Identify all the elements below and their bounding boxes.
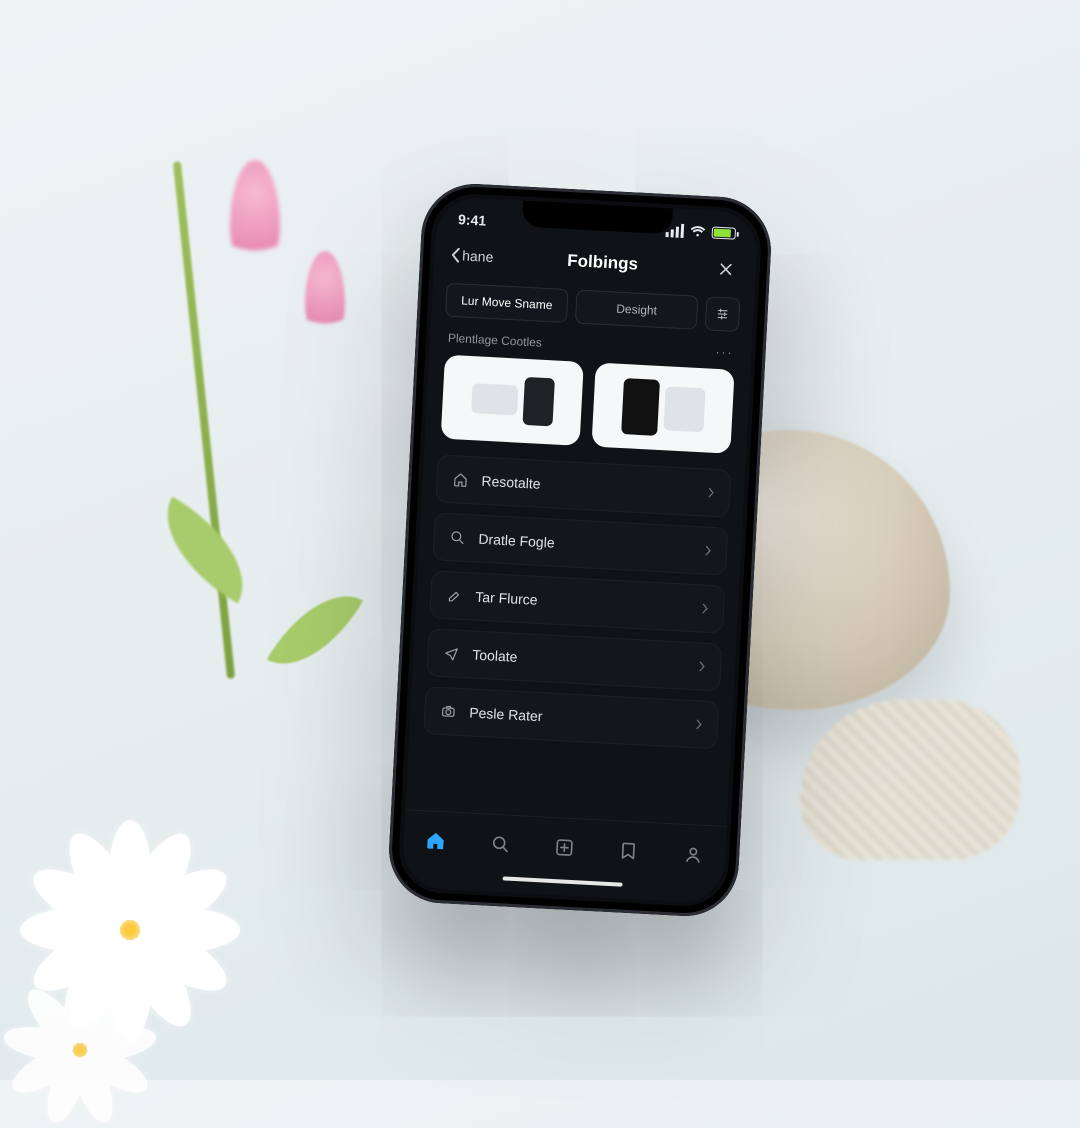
nav-bookmark-button[interactable] bbox=[608, 829, 650, 871]
camera-icon bbox=[439, 703, 458, 720]
chevron-right-icon bbox=[701, 602, 710, 614]
thumbnail bbox=[522, 377, 554, 427]
status-time: 9:41 bbox=[458, 211, 487, 228]
list-item[interactable]: Dratle Fogle bbox=[432, 512, 728, 575]
menu-list: Resotalte Dratle Fogle Tar Flurce bbox=[405, 454, 745, 826]
card-item[interactable] bbox=[591, 363, 734, 454]
close-icon bbox=[717, 261, 734, 278]
home-icon bbox=[424, 829, 447, 852]
list-item-label: Tar Flurce bbox=[475, 589, 690, 616]
chevron-left-icon bbox=[450, 247, 461, 264]
back-button[interactable]: hane bbox=[450, 247, 494, 265]
thumbnail bbox=[471, 383, 519, 415]
screen: 9:41 hane Folbings Lur Move Sname bbox=[401, 196, 759, 904]
list-item-label: Dratle Fogle bbox=[478, 531, 693, 558]
bookmark-icon bbox=[618, 840, 639, 861]
card-row bbox=[424, 354, 751, 471]
decor-flower bbox=[305, 251, 345, 339]
nav-home-button[interactable] bbox=[415, 819, 457, 861]
list-item-label: Toolate bbox=[472, 647, 687, 674]
send-icon bbox=[442, 645, 461, 662]
tab-label: Desight bbox=[616, 302, 657, 318]
card-item[interactable] bbox=[441, 355, 584, 446]
thumbnail bbox=[621, 378, 660, 436]
plus-square-icon bbox=[554, 837, 575, 858]
section-label: Plentlage Cootles bbox=[448, 331, 543, 350]
decor-leaf bbox=[267, 574, 363, 687]
wifi-icon bbox=[690, 225, 707, 238]
tab-secondary[interactable]: Desight bbox=[575, 289, 699, 329]
list-item[interactable]: Pesle Rater bbox=[423, 686, 719, 749]
list-item[interactable]: Tar Flurce bbox=[429, 570, 725, 633]
tab-label: Lur Move Sname bbox=[461, 293, 553, 312]
list-item-label: Pesle Rater bbox=[469, 704, 684, 731]
decor-knit bbox=[800, 700, 1020, 860]
tab-settings-button[interactable] bbox=[705, 296, 741, 332]
decor-leaf bbox=[142, 497, 267, 604]
edit-icon bbox=[445, 587, 464, 604]
phone-frame: 9:41 hane Folbings Lur Move Sname bbox=[386, 181, 773, 918]
list-item[interactable]: Toolate bbox=[426, 628, 722, 691]
back-label: hane bbox=[462, 247, 494, 265]
sliders-icon bbox=[715, 307, 730, 322]
decor-stem bbox=[173, 161, 235, 679]
decor-daisy bbox=[52, 1022, 108, 1078]
search-icon bbox=[448, 529, 467, 546]
tab-primary[interactable]: Lur Move Sname bbox=[445, 283, 569, 323]
nav-search-button[interactable] bbox=[479, 823, 521, 865]
close-button[interactable] bbox=[711, 255, 740, 284]
search-icon bbox=[490, 833, 511, 854]
page-title: Folbings bbox=[567, 251, 639, 275]
chevron-right-icon bbox=[695, 718, 704, 730]
section-more-button[interactable]: ··· bbox=[715, 345, 734, 360]
nav-add-button[interactable] bbox=[543, 826, 585, 868]
decor-flower bbox=[230, 160, 280, 270]
user-icon bbox=[682, 843, 703, 864]
battery-icon bbox=[711, 226, 736, 239]
home-icon bbox=[451, 471, 470, 488]
thumbnail bbox=[663, 386, 705, 432]
decor-daisy bbox=[90, 890, 170, 970]
chevron-right-icon bbox=[704, 545, 713, 557]
chevron-right-icon bbox=[698, 660, 707, 672]
nav-profile-button[interactable] bbox=[672, 833, 714, 875]
chevron-right-icon bbox=[707, 487, 716, 499]
list-item-label: Resotalte bbox=[481, 473, 696, 500]
